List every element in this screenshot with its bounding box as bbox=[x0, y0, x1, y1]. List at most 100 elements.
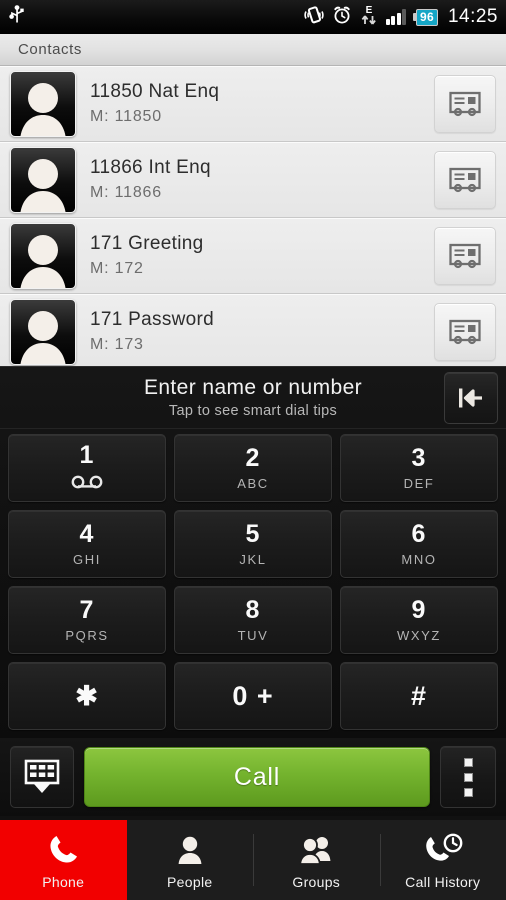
backspace-icon bbox=[459, 388, 482, 407]
phone-handset-icon bbox=[45, 830, 81, 870]
battery-icon: 96 bbox=[413, 8, 438, 26]
keypad-letters: JKL bbox=[239, 552, 267, 567]
phone-dialer-screen: E 96 14:25 Contacts 11850 Nat Enq M: 118… bbox=[0, 0, 506, 900]
keypad-key-2[interactable]: 2 ABC bbox=[174, 434, 332, 502]
keypad-key-7[interactable]: 7 PQRS bbox=[8, 586, 166, 654]
nav-item-call-history[interactable]: Call History bbox=[379, 820, 506, 900]
nav-label: Call History bbox=[405, 874, 481, 890]
keypad-digit: 2 bbox=[245, 444, 261, 472]
contact-name: 171 Password bbox=[90, 309, 215, 330]
keypad-letters: ABC bbox=[237, 476, 269, 491]
contact-card-button[interactable] bbox=[434, 302, 496, 361]
status-bar-clock: 14:25 bbox=[447, 6, 498, 27]
person-icon bbox=[172, 830, 208, 870]
keypad-letters: DEF bbox=[403, 476, 435, 491]
contact-number: M: 173 bbox=[90, 336, 144, 353]
keypad-key-9[interactable]: 9 WXYZ bbox=[340, 586, 498, 654]
dial-hint-primary: Enter name or number bbox=[143, 375, 363, 399]
call-button[interactable]: Call bbox=[84, 747, 430, 807]
contact-card-icon bbox=[449, 167, 481, 192]
contact-number: M: 11850 bbox=[90, 108, 162, 125]
nav-label: Groups bbox=[292, 874, 341, 890]
nav-item-groups[interactable]: Groups bbox=[253, 820, 380, 900]
keypad-digit: 6 bbox=[411, 520, 427, 548]
keypad-key-5[interactable]: 5 JKL bbox=[174, 510, 332, 578]
dial-input-row[interactable]: Enter name or number Tap to see smart di… bbox=[0, 367, 506, 429]
status-bar[interactable]: E 96 14:25 bbox=[0, 0, 506, 34]
list-item[interactable]: 11866 Int Enq M: 11866 bbox=[0, 142, 506, 218]
alarm-clock-icon bbox=[332, 5, 352, 30]
keypad-digit: # bbox=[410, 680, 428, 711]
contact-card-icon bbox=[449, 319, 481, 344]
keypad-digit: 9 bbox=[411, 596, 427, 624]
overflow-menu-icon bbox=[463, 772, 473, 782]
keypad-key-4[interactable]: 4 GHI bbox=[8, 510, 166, 578]
keypad-letters: GHI bbox=[73, 552, 101, 567]
list-item[interactable]: 11850 Nat Enq M: 11850 bbox=[0, 66, 506, 142]
keypad-digit: 7 bbox=[79, 596, 95, 624]
vibrate-icon bbox=[303, 5, 325, 30]
keypad-letters: WXYZ bbox=[397, 628, 441, 643]
status-bar-left-icons bbox=[8, 4, 26, 30]
nav-item-people[interactable]: People bbox=[127, 820, 254, 900]
person-placeholder-icon bbox=[20, 158, 66, 212]
keypad-digit: 8 bbox=[245, 596, 261, 624]
keypad-key-3[interactable]: 3 DEF bbox=[340, 434, 498, 502]
contact-name: 171 Greeting bbox=[90, 233, 204, 254]
overflow-menu-icon bbox=[463, 757, 473, 767]
contact-list[interactable]: 11850 Nat Enq M: 11850 11866 Int Enq M: … bbox=[0, 66, 506, 366]
keypad[interactable]: 1 2 ABC 3 DEF 4 GHI 5 JKL 6 MNO 7 PQRS 8… bbox=[0, 429, 506, 730]
keypad-key-star[interactable]: ✱ bbox=[8, 662, 166, 730]
dial-hint-secondary: Tap to see smart dial tips bbox=[168, 403, 338, 420]
contact-number: M: 172 bbox=[90, 260, 144, 277]
status-bar-right-icons: E 96 14:25 bbox=[303, 4, 499, 31]
contact-name: 11866 Int Enq bbox=[90, 157, 211, 178]
contact-card-icon bbox=[449, 243, 481, 268]
keypad-digit: 5 bbox=[245, 520, 261, 548]
keypad-key-6[interactable]: 6 MNO bbox=[340, 510, 498, 578]
contact-card-icon bbox=[449, 91, 481, 116]
battery-level-text: 96 bbox=[416, 8, 438, 26]
nav-item-phone[interactable]: Phone bbox=[0, 820, 127, 900]
keypad-digit: 0 + bbox=[232, 680, 274, 711]
contacts-header-title: Contacts bbox=[18, 41, 82, 58]
call-button-label: Call bbox=[233, 762, 281, 791]
keypad-letters: MNO bbox=[401, 552, 437, 567]
dial-input-field[interactable]: Enter name or number Tap to see smart di… bbox=[8, 376, 444, 419]
hide-keypad-button[interactable] bbox=[10, 746, 74, 808]
list-item[interactable]: 171 Greeting M: 172 bbox=[0, 218, 506, 294]
nav-label: People bbox=[167, 874, 213, 890]
contact-card-button[interactable] bbox=[434, 74, 496, 133]
contact-number: M: 11866 bbox=[90, 184, 162, 201]
voicemail-icon bbox=[70, 475, 104, 494]
keypad-key-1[interactable]: 1 bbox=[8, 434, 166, 502]
contact-text: 171 Greeting M: 172 bbox=[90, 233, 434, 278]
usb-icon bbox=[8, 4, 26, 30]
contact-card-button[interactable] bbox=[434, 150, 496, 209]
person-placeholder-icon bbox=[20, 234, 66, 288]
nav-label: Phone bbox=[42, 874, 85, 890]
keypad-letters: PQRS bbox=[65, 628, 109, 643]
keypad-key-0[interactable]: 0 + bbox=[174, 662, 332, 730]
bottom-navigation-bar: Phone People Groups Call History bbox=[0, 820, 506, 900]
overflow-menu-button[interactable] bbox=[440, 746, 496, 808]
keypad-key-8[interactable]: 8 TUV bbox=[174, 586, 332, 654]
contact-card-button[interactable] bbox=[434, 226, 496, 285]
svg-text:E: E bbox=[365, 5, 372, 16]
keypad-digit: 3 bbox=[411, 444, 427, 472]
contact-text: 171 Password M: 173 bbox=[90, 309, 434, 354]
keypad-key-hash[interactable]: # bbox=[340, 662, 498, 730]
group-people-icon bbox=[296, 830, 336, 870]
contact-text: 11866 Int Enq M: 11866 bbox=[90, 157, 434, 202]
call-action-bar: Call bbox=[0, 738, 506, 816]
backspace-button[interactable] bbox=[444, 371, 498, 424]
list-item[interactable]: 171 Password M: 173 bbox=[0, 294, 506, 366]
edge-data-icon: E bbox=[359, 4, 379, 31]
keypad-letters: TUV bbox=[237, 628, 269, 643]
keypad-digit: 1 bbox=[79, 440, 95, 469]
avatar bbox=[10, 222, 76, 289]
avatar bbox=[10, 146, 76, 213]
avatar bbox=[10, 298, 76, 365]
signal-bars-icon bbox=[385, 9, 406, 25]
keypad-digit: 4 bbox=[79, 520, 95, 548]
